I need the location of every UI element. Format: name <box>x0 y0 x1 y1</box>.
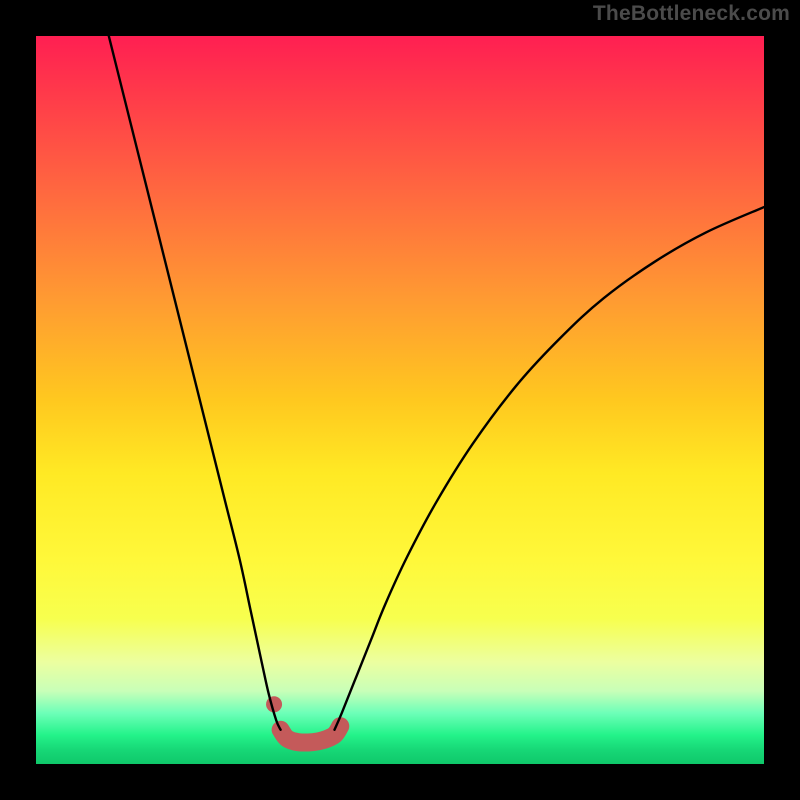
right-branch <box>334 207 764 730</box>
curves-layer <box>36 36 764 764</box>
watermark-label: TheBottleneck.com <box>593 2 790 26</box>
plot-area <box>36 36 764 764</box>
chart-frame: TheBottleneck.com <box>0 0 800 800</box>
left-branch <box>109 36 281 730</box>
